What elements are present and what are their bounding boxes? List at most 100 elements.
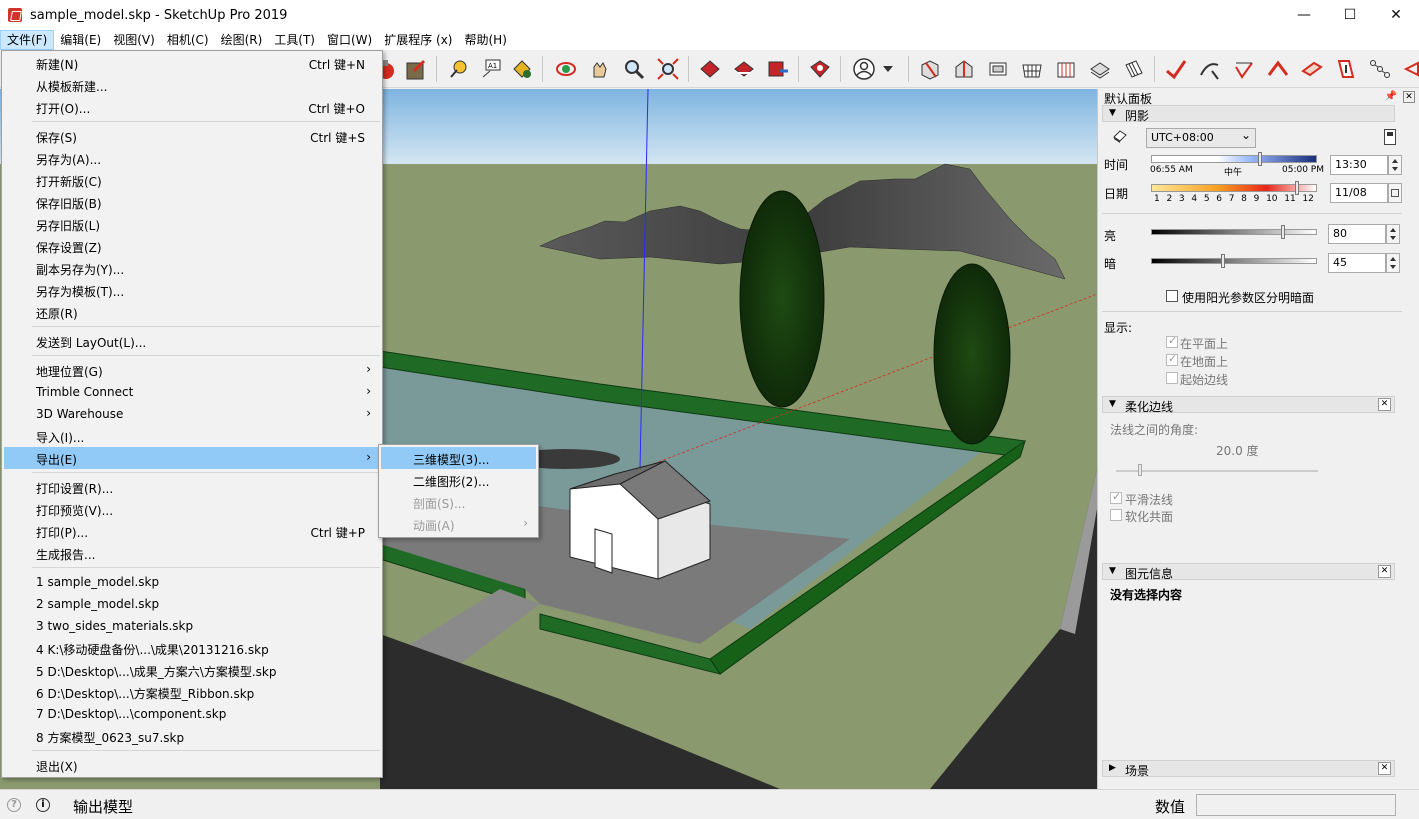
menu-item-send-to-layout[interactable]: 发送到 LayOut(L)... [4,330,381,352]
soften-coplanar-checkbox[interactable] [1110,509,1122,521]
time-slider[interactable] [1151,155,1317,163]
angle-slider[interactable] [1116,470,1318,472]
zoom-icon[interactable] [620,55,648,83]
share-model-icon[interactable] [730,55,758,83]
export-animation[interactable]: 动画(A) › [381,513,536,535]
menu-item-generate-report[interactable]: 生成报告... [4,542,381,564]
more-tools-icon[interactable] [1400,55,1419,83]
solid-outer-shell-icon[interactable] [916,55,944,83]
menu-item-trimble-connect[interactable]: Trimble Connect › [4,381,381,403]
menu-item-import[interactable]: 导入(I)... [4,425,381,447]
export-3d-model[interactable]: 三维模型(3)... [381,447,536,469]
maximize-button[interactable]: ☐ [1327,0,1373,30]
chevron-down-icon[interactable] [878,55,898,83]
light-spinner[interactable] [1386,224,1400,244]
dark-spinner[interactable] [1386,253,1400,273]
menu-item-open-newer[interactable]: 打开新版(C) [4,169,381,191]
menu-item-save-settings[interactable]: 保存设置(Z) [4,235,381,257]
paint-bucket-icon[interactable] [508,55,536,83]
menu-item-recent-file[interactable]: 8 方案模型_0623_su7.skp [4,725,381,747]
smoove-icon[interactable] [1162,55,1190,83]
grid-plane-icon[interactable] [1018,55,1046,83]
menu-view[interactable]: 视图(V) [107,30,161,50]
close-button[interactable]: ✕ [1373,0,1419,30]
date-slider[interactable] [1151,184,1317,192]
menu-item-geo-location[interactable]: 地理位置(G) › [4,359,381,381]
solid-intersect-icon[interactable] [950,55,978,83]
on-ground-checkbox[interactable] [1166,352,1178,366]
menu-item-open[interactable]: 打开(O)... Ctrl 键+O [4,96,381,118]
dark-slider-thumb[interactable] [1221,254,1225,268]
menu-item-revert[interactable]: 还原(R) [4,301,381,323]
zoom-extents-icon[interactable] [654,55,682,83]
stack-layers-icon[interactable] [1086,55,1114,83]
export-2d-graphic[interactable]: 二维图形(2)... [381,469,536,491]
dimension-icon[interactable]: A1 [478,55,506,83]
menu-tools[interactable]: 工具(T) [268,30,321,50]
time-slider-thumb[interactable] [1258,152,1262,166]
tray-scrollbar[interactable] [1405,105,1419,785]
menu-extensions[interactable]: 扩展程序 (x) [378,30,458,50]
menu-item-save-as[interactable]: 另存为(A)... [4,147,381,169]
minimize-button[interactable]: — [1281,0,1327,30]
shadow-toggle-icon[interactable] [1112,129,1128,143]
send-to-layout-icon[interactable] [764,55,792,83]
pin-icon[interactable]: 📌 [1385,91,1397,102]
scenes-section-header[interactable]: ▶ 场景 ✕ [1102,760,1395,778]
menu-draw[interactable]: 绘图(R) [215,30,269,50]
menu-item-save-older[interactable]: 保存旧版(B) [4,191,381,213]
time-input[interactable]: 13:30 [1330,155,1388,175]
tape-measure-icon[interactable] [444,55,472,83]
menu-item-3d-warehouse[interactable]: 3D Warehouse › [4,403,381,425]
pan-icon[interactable] [586,55,614,83]
menu-item-recent-file[interactable]: 2 sample_model.skp [4,593,381,615]
menu-item-recent-file[interactable]: 5 D:\Desktop\...\成果_方案六\方案模型.skp [4,659,381,681]
light-slider-thumb[interactable] [1281,225,1285,239]
menu-item-recent-file[interactable]: 4 K:\移动硬盘备份\...\成果\20131216.skp [4,637,381,659]
tray-close-icon[interactable]: ✕ [1403,91,1415,103]
menu-edit[interactable]: 编辑(E) [54,30,107,50]
orbit-icon[interactable] [552,55,580,83]
section-box-icon[interactable] [984,55,1012,83]
menu-item-recent-file[interactable]: 3 two_sides_materials.skp [4,615,381,637]
menu-item-save-as-older[interactable]: 另存旧版(L) [4,213,381,235]
flip-edge-icon[interactable] [1298,55,1326,83]
light-input[interactable]: 80 [1328,224,1386,244]
menu-item-save[interactable]: 保存(S) Ctrl 键+S [4,125,381,147]
sandbox-from-contours-icon[interactable] [1332,55,1360,83]
menu-file[interactable]: 文件(F) [0,30,55,50]
menu-item-recent-file[interactable]: 1 sample_model.skp [4,571,381,593]
smooth-normals-checkbox[interactable] [1110,490,1122,504]
timezone-select[interactable]: UTC+08:00 [1146,126,1256,148]
stack-grid-icon[interactable] [1120,55,1148,83]
close-icon[interactable]: ✕ [1378,398,1391,411]
menu-item-export[interactable]: 导出(E) › [4,447,381,469]
close-icon[interactable]: ✕ [1378,762,1391,775]
menu-item-save-as-template[interactable]: 另存为模板(T)... [4,279,381,301]
time-spinner[interactable] [1388,155,1402,175]
offset-icon[interactable] [402,55,430,83]
add-detail-icon[interactable] [1264,55,1292,83]
date-input[interactable]: 11/08 [1330,183,1388,203]
shadows-section-header[interactable]: ▼ 阴影 [1102,105,1395,123]
menu-camera[interactable]: 相机(C) [161,30,215,50]
on-faces-checkbox[interactable] [1166,334,1178,348]
extension-warehouse-icon[interactable] [806,55,834,83]
entity-info-section-header[interactable]: ▼ 图元信息 ✕ [1102,563,1395,581]
measurements-input[interactable] [1196,794,1396,816]
info-icon[interactable]: i [36,798,50,812]
menu-item-print[interactable]: 打印(P)... Ctrl 键+P [4,520,381,542]
export-section[interactable]: 剖面(S)... [381,491,536,513]
shadow-settings-toggle-icon[interactable] [1384,129,1396,145]
angle-slider-thumb[interactable] [1138,464,1142,476]
calendar-icon[interactable] [1388,183,1402,203]
soften-edges-section-header[interactable]: ▼ 柔化边线 ✕ [1102,396,1395,414]
close-icon[interactable]: ✕ [1378,565,1391,578]
path-nodes-icon[interactable] [1366,55,1394,83]
menu-item-new[interactable]: 新建(N) Ctrl 键+N [4,52,381,74]
warehouse-icon[interactable] [696,55,724,83]
menu-item-exit[interactable]: 退出(X) [4,754,381,776]
menu-help[interactable]: 帮助(H) [458,30,512,50]
use-sun-checkbox[interactable] [1166,290,1178,302]
menu-window[interactable]: 窗口(W) [321,30,378,50]
